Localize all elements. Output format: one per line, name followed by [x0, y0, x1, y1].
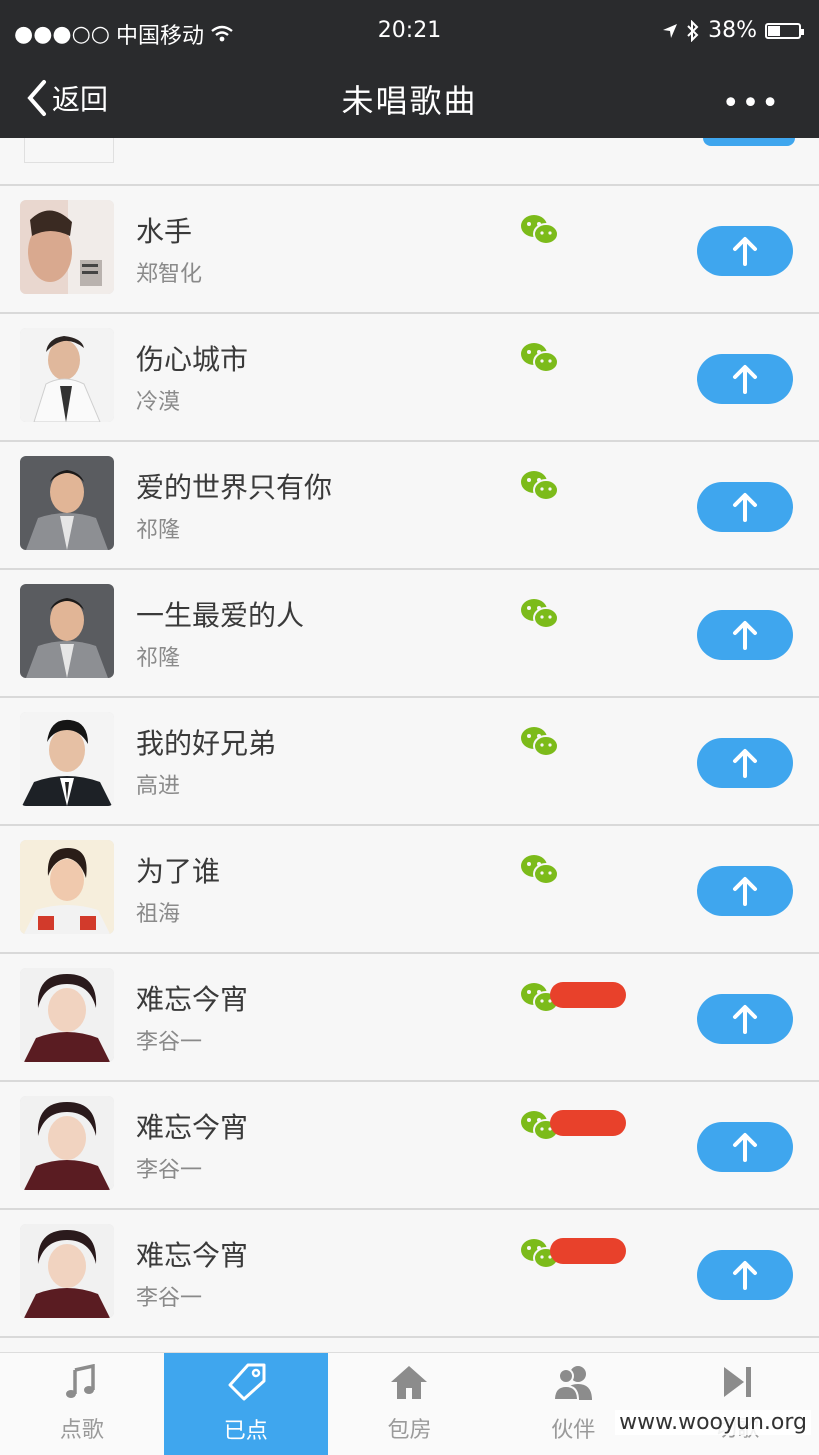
tab-bar: 点歌 已点 包房 伙伴 切歌 — [0, 1352, 819, 1455]
redaction-mark — [550, 1238, 626, 1264]
song-title: 伤心城市 — [136, 343, 249, 376]
move-to-top-button[interactable] — [697, 1122, 793, 1172]
song-list: 水手 郑智化 伤心城市 冷漠 爱的世界只有你 祁隆 一生最爱的人 祁隆 我的好兄弟 高进 为了谁 祖海… — [0, 138, 819, 1338]
move-to-top-button[interactable] — [697, 866, 793, 916]
up-button-fragment[interactable] — [703, 138, 795, 146]
song-artist: 郑智化 — [136, 262, 203, 287]
location-arrow-icon — [663, 23, 678, 38]
move-to-top-button[interactable] — [697, 738, 793, 788]
list-item[interactable]: 难忘今宵 李谷一 — [0, 1082, 819, 1210]
arrow-up-icon — [733, 749, 757, 778]
wechat-badge — [520, 342, 560, 378]
avatar — [20, 840, 114, 934]
wechat-icon — [521, 215, 559, 245]
song-title: 难忘今宵 — [136, 983, 249, 1016]
tag-icon — [226, 1363, 266, 1413]
list-item[interactable]: 难忘今宵 李谷一 — [0, 1210, 819, 1338]
bluetooth-icon — [687, 19, 699, 42]
song-title: 难忘今宵 — [136, 1111, 249, 1144]
song-artist: 祁隆 — [136, 518, 181, 543]
tab-label: 已点 — [223, 1419, 268, 1444]
song-artist: 李谷一 — [136, 1158, 203, 1183]
wechat-badge — [520, 854, 560, 890]
arrow-up-icon — [733, 237, 757, 266]
song-title: 爱的世界只有你 — [136, 471, 333, 504]
arrow-up-icon — [733, 1133, 757, 1162]
wechat-icon — [521, 855, 559, 885]
list-item-partial — [0, 138, 819, 186]
wechat-icon — [521, 727, 559, 757]
song-title: 难忘今宵 — [136, 1239, 249, 1272]
status-bar: ●●●○○ 中国移动 20:21 38% — [0, 0, 819, 62]
list-item[interactable]: 一生最爱的人 祁隆 — [0, 570, 819, 698]
battery-icon — [765, 22, 804, 39]
tab-label: 伙伴 — [551, 1418, 596, 1443]
arrow-up-icon — [733, 621, 757, 650]
arrow-up-icon — [733, 365, 757, 394]
page-title: 未唱歌曲 — [341, 82, 478, 120]
nav-bar: 返回 未唱歌曲 ••• — [0, 62, 819, 138]
wechat-icon — [521, 343, 559, 373]
list-item[interactable]: 水手 郑智化 — [0, 186, 819, 314]
avatar-fragment — [24, 138, 114, 163]
users-icon — [552, 1364, 594, 1412]
wechat-icon — [521, 471, 559, 501]
song-title: 水手 — [136, 215, 193, 248]
more-menu-button[interactable]: ••• — [722, 86, 781, 121]
arrow-up-icon — [733, 493, 757, 522]
song-title: 为了谁 — [136, 855, 221, 888]
move-to-top-button[interactable] — [697, 610, 793, 660]
move-to-top-button[interactable] — [697, 1250, 793, 1300]
song-artist: 祖海 — [136, 902, 181, 927]
tab-label: 点歌 — [59, 1418, 104, 1443]
list-item[interactable]: 难忘今宵 李谷一 — [0, 954, 819, 1082]
wechat-badge — [520, 470, 560, 506]
arrow-up-icon — [733, 877, 757, 906]
wechat-badge — [520, 214, 560, 250]
move-to-top-button[interactable] — [697, 354, 793, 404]
music-note-icon — [65, 1363, 99, 1412]
tab-home[interactable]: 包房 — [328, 1353, 492, 1455]
skip-next-icon — [720, 1365, 754, 1411]
song-title: 我的好兄弟 — [136, 727, 277, 760]
list-item[interactable]: 我的好兄弟 高进 — [0, 698, 819, 826]
avatar — [20, 328, 114, 422]
tab-skip-next[interactable]: 切歌 — [655, 1353, 819, 1455]
song-artist: 李谷一 — [136, 1030, 203, 1055]
move-to-top-button[interactable] — [697, 226, 793, 276]
wechat-badge — [520, 726, 560, 762]
watermark: www.wooyun.org — [615, 1410, 811, 1435]
song-artist: 李谷一 — [136, 1286, 203, 1311]
list-item[interactable]: 伤心城市 冷漠 — [0, 314, 819, 442]
avatar — [20, 456, 114, 550]
arrow-up-icon — [733, 1261, 757, 1290]
home-icon — [389, 1364, 429, 1412]
tab-tag[interactable]: 已点 — [163, 1353, 328, 1455]
song-title: 一生最爱的人 — [136, 599, 305, 632]
redaction-mark — [550, 982, 626, 1008]
move-to-top-button[interactable] — [697, 482, 793, 532]
avatar — [20, 712, 114, 806]
tab-users[interactable]: 伙伴 — [491, 1353, 655, 1455]
arrow-up-icon — [733, 1005, 757, 1034]
status-right: 38% — [662, 18, 804, 43]
song-artist: 冷漠 — [136, 390, 181, 415]
move-to-top-button[interactable] — [697, 994, 793, 1044]
wechat-badge — [520, 598, 560, 634]
avatar — [20, 584, 114, 678]
avatar — [20, 968, 114, 1062]
song-artist: 祁隆 — [136, 646, 181, 671]
list-item[interactable]: 为了谁 祖海 — [0, 826, 819, 954]
song-artist: 高进 — [136, 774, 181, 799]
list-item[interactable]: 爱的世界只有你 祁隆 — [0, 442, 819, 570]
avatar — [20, 1096, 114, 1190]
tab-music-note[interactable]: 点歌 — [0, 1353, 164, 1455]
battery-percent: 38% — [708, 18, 757, 43]
avatar — [20, 200, 114, 294]
wechat-icon — [521, 599, 559, 629]
redaction-mark — [550, 1110, 626, 1136]
avatar — [20, 1224, 114, 1318]
tab-label: 包房 — [387, 1418, 432, 1443]
